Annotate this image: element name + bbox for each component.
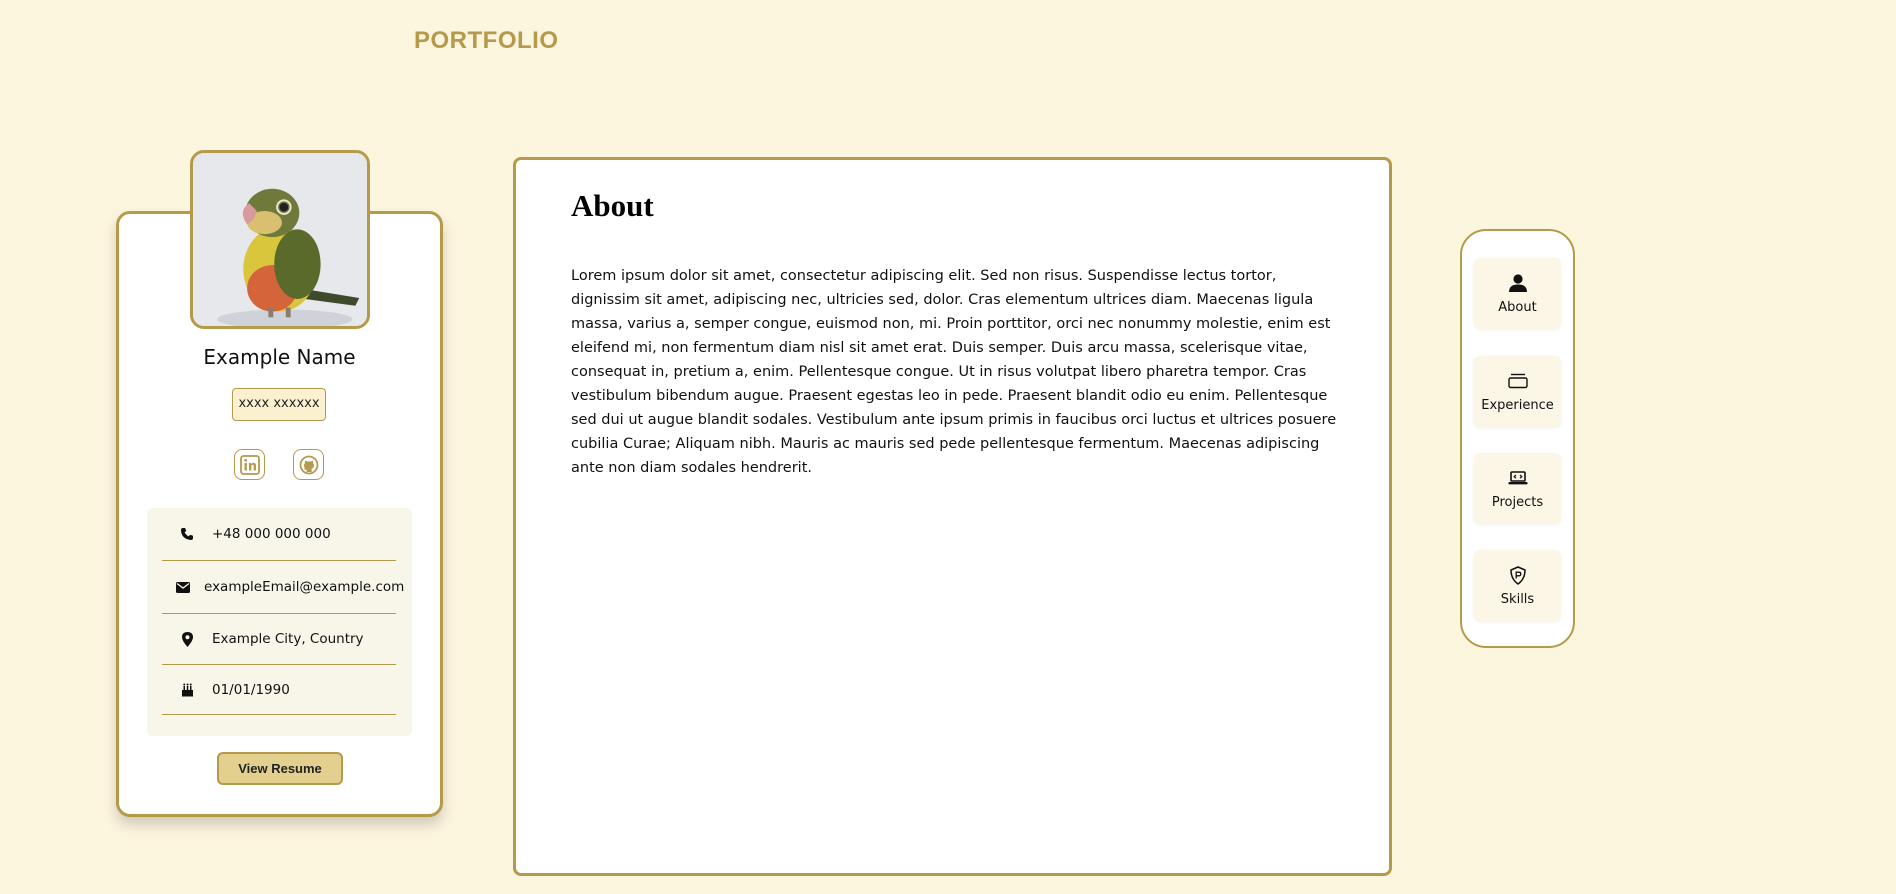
nav-item-skills[interactable]: Skills xyxy=(1474,550,1561,621)
birthday-text: 01/01/1990 xyxy=(212,681,290,698)
profile-name: Example Name xyxy=(203,345,356,369)
view-resume-button[interactable]: View Resume xyxy=(217,752,343,785)
about-text: Lorem ipsum dolor sit amet, consectetur … xyxy=(571,268,1337,476)
github-icon xyxy=(299,455,318,474)
section-nav: About Experience Projects Skills xyxy=(1460,229,1575,648)
nav-label: Skills xyxy=(1500,592,1535,607)
linkedin-icon xyxy=(239,454,260,475)
avatar xyxy=(190,150,370,329)
nav-label: About xyxy=(1498,300,1537,315)
logo[interactable]: PORTFOLIO xyxy=(414,27,559,55)
envelope-icon xyxy=(176,581,190,593)
title-chip: xxxx xxxxxx xyxy=(232,388,326,421)
birthday-cake-icon xyxy=(176,683,198,697)
shield-badge-icon xyxy=(1509,564,1526,586)
laptop-code-icon xyxy=(1508,467,1528,489)
location-pin-icon xyxy=(176,631,198,647)
nav-label: Experience xyxy=(1481,398,1554,413)
nav-item-about[interactable]: About xyxy=(1474,258,1561,329)
nav-item-experience[interactable]: Experience xyxy=(1474,356,1561,427)
cards-stack-icon xyxy=(1507,370,1528,392)
contact-birthday: 01/01/1990 xyxy=(162,665,396,715)
contact-location: Example City, Country xyxy=(162,614,396,665)
person-icon xyxy=(1508,272,1528,294)
phone-icon xyxy=(176,527,198,541)
contact-phone: +48 000 000 000 xyxy=(162,508,396,561)
location-text: Example City, Country xyxy=(212,631,364,647)
content-panel: About Lorem ipsum dolor sit amet, consec… xyxy=(513,157,1392,876)
github-link[interactable] xyxy=(293,449,324,480)
linkedin-link[interactable] xyxy=(234,449,265,480)
parrot-photo xyxy=(193,153,367,326)
contact-info-box: +48 000 000 000 exampleEmail@example.com… xyxy=(147,508,412,736)
nav-item-projects[interactable]: Projects xyxy=(1474,453,1561,524)
contact-email: exampleEmail@example.com xyxy=(162,561,404,614)
phone-text: +48 000 000 000 xyxy=(212,526,331,542)
section-title: About xyxy=(571,188,654,223)
email-text: exampleEmail@example.com xyxy=(204,579,405,595)
nav-label: Projects xyxy=(1491,495,1544,510)
